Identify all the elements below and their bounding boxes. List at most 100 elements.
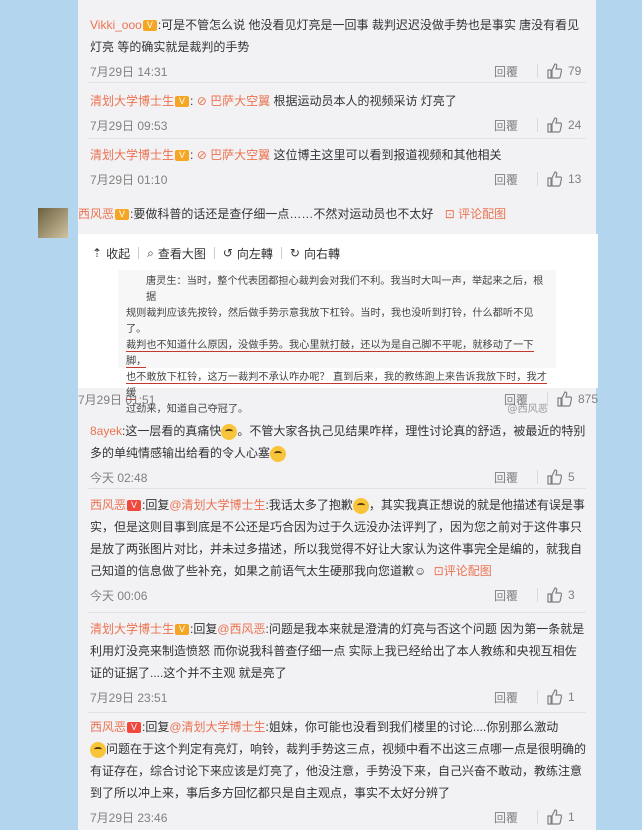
view-large-button[interactable]: ⌕ 查看大图 (147, 245, 206, 262)
picture-link[interactable]: 评论配图 (444, 564, 492, 578)
like-thumb-icon[interactable] (546, 171, 562, 187)
divider (88, 488, 586, 489)
like-thumb-icon[interactable] (546, 469, 562, 485)
main-comment-meta: 7月29日 01:51 回覆 875 (78, 390, 598, 408)
picture-link[interactable]: 评论配图 (458, 207, 506, 221)
reply-item: 西风恶 V:回复@清划大学博士生:姐妹，你可能也没看到我们楼里的讨论....你别那… (90, 716, 586, 827)
main-comment-body: 西风恶 V:要做科普的话还是查仔细一点……不然对运动员也不太好 ⊡ 评论配图 (78, 204, 598, 224)
username-link[interactable]: 清划大学博士生 (90, 148, 174, 162)
divider (537, 470, 538, 484)
timestamp: 7月29日 01:51 (78, 392, 156, 407)
collapse-icon: ⇡ (92, 246, 103, 260)
divider (546, 392, 548, 406)
member-badge-icon: V (175, 96, 190, 108)
image-icon: ⊡ (444, 207, 455, 221)
rotate-left-icon: ↺ (222, 246, 233, 260)
mention-link[interactable]: @清划大学博士生 (169, 498, 265, 512)
mention-link[interactable]: 巴萨大空翼 (210, 94, 270, 108)
username-link[interactable]: 西风恶 (90, 720, 126, 734)
reply-button[interactable]: 回覆 (483, 809, 529, 826)
rotate-left-label: 向左轉 (236, 246, 273, 261)
rotate-left-button[interactable]: ↺ 向左轉 (223, 245, 273, 262)
username-link[interactable]: 清划大学博士生 (90, 622, 174, 636)
comment-body: 清划大学博士生 V: ⊘ 巴萨大空翼 根据运动员本人的视频采访 灯亮了 (90, 90, 586, 112)
divider (213, 247, 215, 259)
image-text-line: 唐灵生：当时，整个代表团都担心裁判会对我们不利。我当时大叫一声，举起来之后，根据 (146, 276, 544, 303)
username-link[interactable]: 8ayek (90, 424, 122, 438)
timestamp: 今天 00:06 (90, 588, 148, 603)
comment-body: 西风恶 V:回复@清划大学博士生:姐妹，你可能也没看到我们楼里的讨论....你别那… (90, 716, 586, 804)
comment-text: :这一层看的真痛快 (122, 424, 222, 438)
divider (88, 612, 586, 613)
link-icon: ⊘ (196, 94, 207, 108)
user-avatar[interactable] (38, 208, 68, 238)
comment-body: 8ayek:这一层看的真痛快 。不管大家各执己见结果咋样，理性讨论真的舒适，被最近… (90, 420, 586, 464)
reply-item: 清划大学博士生 V:回复@西风恶:问题是我本来就是澄清的灯亮与否这个问题 因为第一… (90, 618, 586, 707)
member-badge-icon: V (115, 209, 130, 221)
reply-button[interactable]: 回覆 (483, 587, 529, 604)
reply-button[interactable]: 回覆 (483, 117, 529, 134)
like-thumb-icon[interactable] (546, 689, 562, 705)
comment-body: 西风恶 V:回复@清划大学博士生:我话太多了抱歉 ，其实我真正想说的就是他描述有误是… (90, 494, 586, 582)
comment-text: 根据运动员本人的视频采访 灯亮了 (273, 94, 457, 108)
reply-button[interactable]: 回覆 (493, 391, 539, 408)
mention-link[interactable]: @西风恶 (217, 622, 265, 636)
laugh-emoji-icon (90, 741, 106, 758)
image-icon: ⊡ (433, 564, 444, 578)
member-badge-icon: V (175, 624, 190, 636)
laugh-emoji-icon (352, 497, 369, 514)
colon: : (190, 148, 194, 162)
magnify-icon: ⌕ (147, 245, 154, 260)
comment-meta: 今天 02:48 回覆 5 (90, 467, 586, 487)
username-link[interactable]: 西风恶 (90, 498, 126, 512)
reply-item: 西风恶 V:回复@清划大学博士生:我话太多了抱歉 ，其实我真正想说的就是他描述有误是… (90, 494, 586, 605)
username-link[interactable]: 西风恶 (78, 207, 114, 221)
like-count: 3 (568, 588, 575, 602)
like-thumb-icon[interactable] (546, 587, 562, 603)
rotate-right-label: 向右轉 (303, 246, 340, 261)
rotate-right-button[interactable]: ↻ 向右轉 (290, 245, 340, 262)
mention-link[interactable]: @清划大学博士生 (169, 720, 265, 734)
like-thumb-icon[interactable] (546, 63, 562, 79)
comment-text: :姐妹，你可能也没看到我们楼里的讨论....你别那么激动 (265, 720, 559, 734)
divider (537, 810, 538, 824)
like-thumb-icon[interactable] (546, 809, 562, 825)
member-badge-icon: V (127, 722, 142, 734)
member-badge-icon: V (142, 20, 157, 32)
image-viewer: ⇡ 收起 ⌕ 查看大图 ↺ 向左轉 ↻ 向右轉 唐灵生：当时，整个代表团都担心裁判会对我… (78, 234, 598, 415)
collapse-button[interactable]: ⇡ 收起 (92, 245, 130, 262)
sub-comment: 清划大学博士生 V: ⊘ 巴萨大空翼 这位博主这里可以看到报道视频和其他相关 7月… (90, 144, 586, 189)
attached-image[interactable]: 唐灵生：当时，整个代表团都担心裁判会对我们不利。我当时大叫一声，举起来之后，根据… (118, 270, 556, 415)
member-badge-icon: V (175, 150, 190, 162)
laugh-emoji-icon (221, 423, 238, 440)
reply-button[interactable]: 回覆 (483, 63, 529, 80)
username-link[interactable]: 清划大学博士生 (90, 94, 174, 108)
reply-button[interactable]: 回覆 (483, 171, 529, 188)
like-thumb-icon[interactable] (546, 117, 562, 133)
divider (280, 247, 282, 259)
timestamp: 7月29日 01:10 (90, 172, 168, 187)
reply-button[interactable]: 回覆 (483, 469, 529, 486)
comment-text: 问题在于这个判定有亮灯，响铃，裁判手势这三点，视频中看不出这三点哪一点是很明确的… (90, 742, 587, 800)
reply-button[interactable]: 回覆 (483, 689, 529, 706)
username-link[interactable]: Vikki_ooo (90, 18, 142, 32)
reply-prefix: :回复 (190, 622, 218, 636)
rotate-right-icon: ↻ (289, 246, 300, 260)
image-text-line: 裁判也不知道什么原因，没做手势。我心里就打鼓，还以为是自己脚不平呢，就移动了一下… (126, 338, 548, 370)
like-count: 79 (568, 64, 582, 78)
divider (537, 172, 538, 186)
divider (537, 64, 538, 78)
comment-body: 清划大学博士生 V:回复@西风恶:问题是我本来就是澄清的灯亮与否这个问题 因为第一… (90, 618, 586, 684)
comment-text: 这位博主这里可以看到报道视频和其他相关 (273, 148, 502, 162)
underlined-text: 裁判也不知道什么原因，没做手势。我心里就打鼓，还以为是自己脚不平呢，就移动了一下… (126, 340, 534, 368)
reply-prefix: :回复 (142, 720, 170, 734)
comment-meta: 7月29日 09:53 回覆 24 (90, 115, 586, 135)
colon: : (190, 94, 194, 108)
divider (88, 82, 586, 83)
like-thumb-icon[interactable] (556, 391, 572, 407)
timestamp: 今天 02:48 (90, 470, 148, 485)
like-count: 1 (568, 810, 575, 824)
collapse-label: 收起 (106, 246, 131, 261)
mention-link[interactable]: 巴萨大空翼 (210, 148, 270, 162)
sub-comment: Vikki_ooo V:可是不管怎么说 他没看见灯亮是一回事 裁判迟迟没做手势也是… (90, 14, 586, 81)
